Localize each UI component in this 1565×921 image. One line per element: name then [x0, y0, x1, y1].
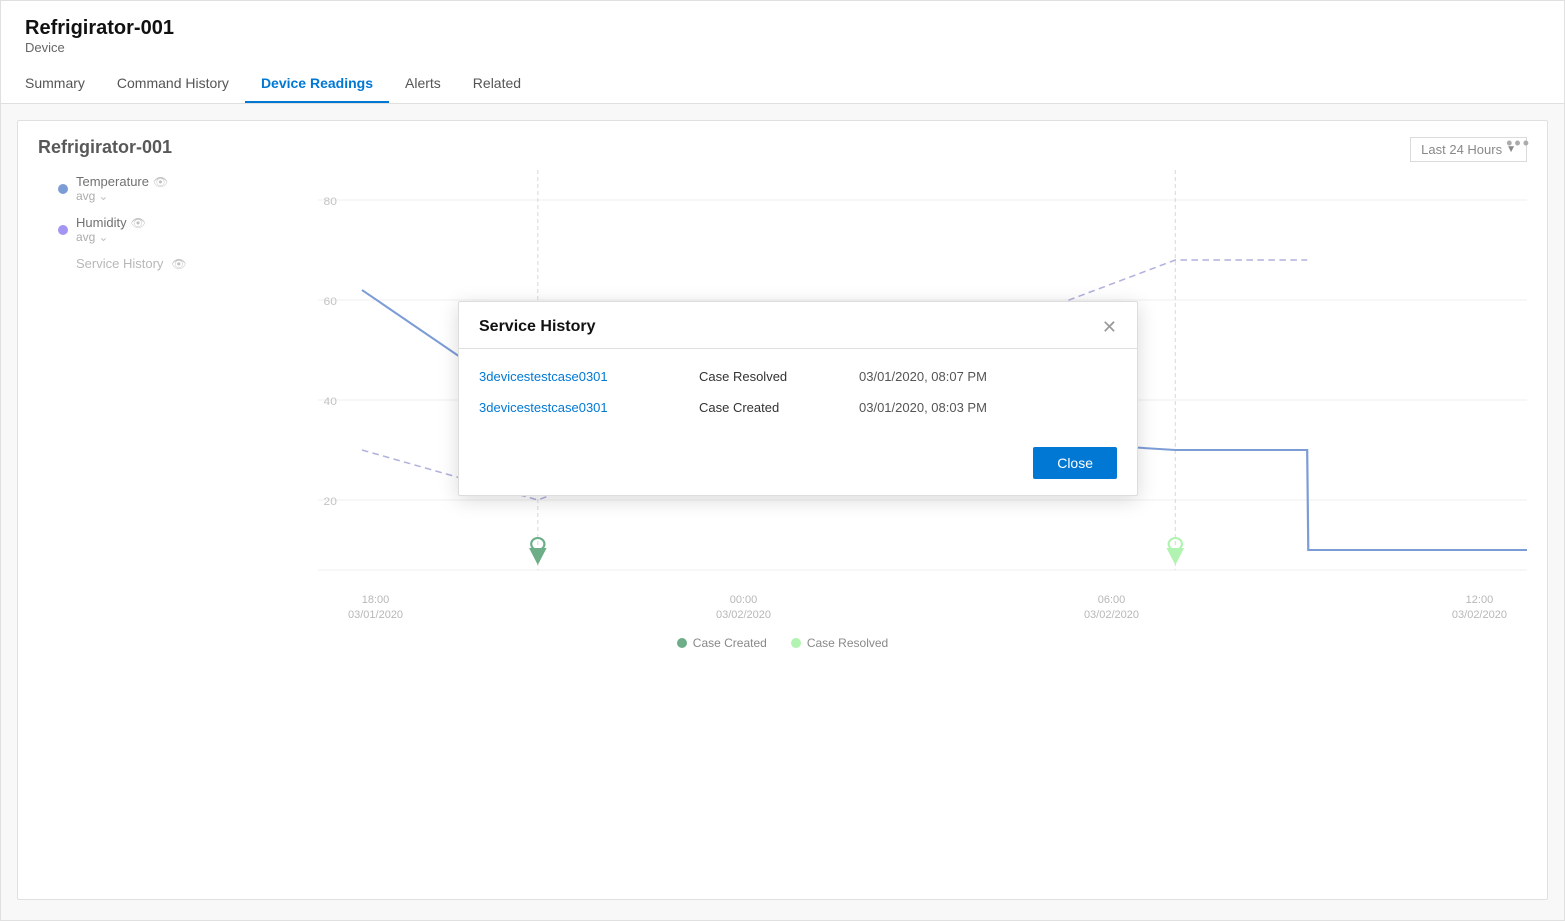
tab-summary[interactable]: Summary — [25, 65, 101, 103]
modal-title: Service History — [479, 318, 596, 336]
modal-status-2: Case Created — [699, 400, 839, 415]
modal-link-1[interactable]: 3devicestestcase0301 — [479, 369, 679, 384]
tab-related[interactable]: Related — [457, 65, 537, 103]
device-name: Refrigirator-001 — [25, 17, 1540, 40]
modal-datetime-2: 03/01/2020, 08:03 PM — [859, 400, 987, 415]
tab-command-history[interactable]: Command History — [101, 65, 245, 103]
modal-footer: Close — [459, 439, 1137, 495]
modal-body: 3devicestestcase0301 Case Resolved 03/01… — [459, 349, 1137, 439]
modal-close-button[interactable]: Close — [1033, 447, 1117, 479]
tab-alerts[interactable]: Alerts — [389, 65, 457, 103]
content-area: Refrigirator-001 Last 24 Hours ▼ ••• Tem… — [17, 120, 1548, 900]
modal-overlay — [18, 121, 1547, 899]
modal-datetime-1: 03/01/2020, 08:07 PM — [859, 369, 987, 384]
modal-status-1: Case Resolved — [699, 369, 839, 384]
modal-row-1: 3devicestestcase0301 Case Resolved 03/01… — [479, 361, 1117, 392]
tab-bar: Summary Command History Device Readings … — [25, 65, 1540, 103]
modal-link-2[interactable]: 3devicestestcase0301 — [479, 400, 679, 415]
tab-device-readings[interactable]: Device Readings — [245, 65, 389, 103]
modal-row-2: 3devicestestcase0301 Case Created 03/01/… — [479, 392, 1117, 423]
modal-close-x-button[interactable]: ✕ — [1102, 318, 1117, 336]
service-history-modal: Service History ✕ 3devicestestcase0301 C… — [458, 301, 1138, 496]
device-type: Device — [25, 40, 1540, 55]
modal-header: Service History ✕ — [459, 302, 1137, 349]
